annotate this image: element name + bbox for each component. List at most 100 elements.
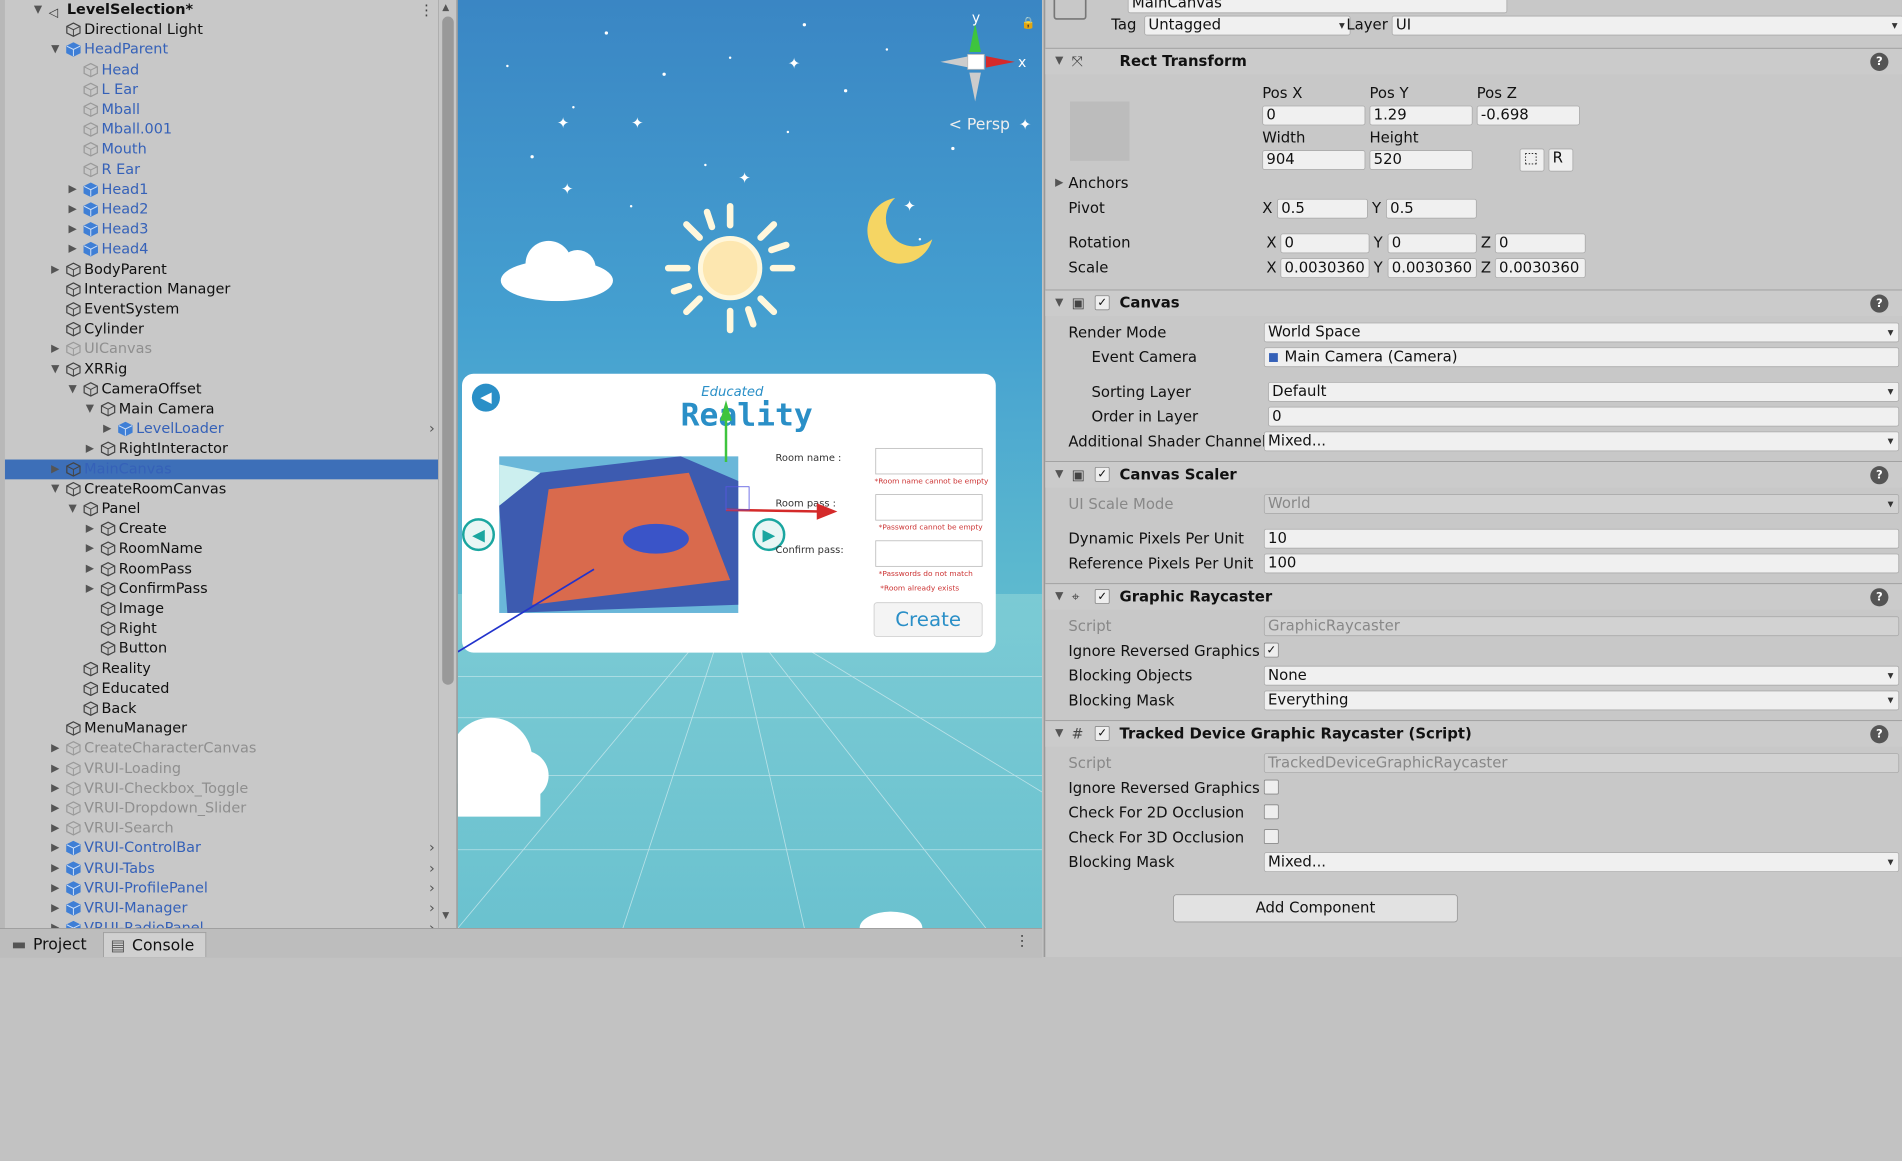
order-in-layer-field[interactable]: 0 <box>1268 406 1900 427</box>
collapsed-arrow-icon[interactable]: ▶ <box>86 439 98 459</box>
collapsed-arrow-icon[interactable]: ▶ <box>51 459 63 479</box>
hierarchy-item[interactable]: Mball.001 <box>5 120 438 140</box>
graphic-raycaster-header[interactable]: ▼ ⌖ ✓ Graphic Raycaster ? <box>1045 583 1902 610</box>
add-component-button[interactable]: Add Component <box>1173 894 1458 923</box>
open-prefab-arrow-icon[interactable]: › <box>429 419 435 439</box>
hierarchy-item[interactable]: Cylinder <box>5 319 438 339</box>
rotation-z-field[interactable]: 0 <box>1494 233 1586 254</box>
expanded-arrow-icon[interactable]: ▼ <box>51 40 63 60</box>
tab-console[interactable]: ▤ Console <box>103 932 207 957</box>
hierarchy-item[interactable]: Mball <box>5 100 438 120</box>
sorting-layer-dropdown[interactable]: Default <box>1268 381 1900 402</box>
open-prefab-arrow-icon[interactable]: › <box>429 858 435 878</box>
hierarchy-item[interactable]: ▼ ◁ LevelSelection* <box>5 0 438 20</box>
tag-dropdown[interactable]: Untagged <box>1144 15 1351 36</box>
raw-edit-button[interactable]: R <box>1548 148 1574 172</box>
height-field[interactable]: 520 <box>1369 150 1473 170</box>
room-name-input[interactable] <box>875 447 983 475</box>
ignore-reversed-checkbox[interactable]: ✓ <box>1263 642 1279 658</box>
hierarchy-item[interactable]: ▶ ConfirmPass <box>5 579 438 599</box>
collapsed-arrow-icon[interactable]: ▶ <box>86 539 98 559</box>
hierarchy-item[interactable]: ▶ RightInteractor <box>5 439 438 459</box>
collapsed-arrow-icon[interactable]: ▶ <box>51 819 63 839</box>
create-button[interactable]: Create <box>873 602 983 637</box>
help-icon[interactable]: ? <box>1870 588 1889 607</box>
width-field[interactable]: 904 <box>1262 150 1366 170</box>
hierarchy-item[interactable]: Back <box>5 699 438 719</box>
blocking-mask-dropdown[interactable]: Everything <box>1263 690 1900 711</box>
rotation-y-field[interactable]: 0 <box>1387 233 1477 254</box>
collapsed-arrow-icon[interactable]: ▶ <box>86 519 98 539</box>
hierarchy-item[interactable]: ▶ UICanvas <box>5 339 438 359</box>
hierarchy-item[interactable]: L Ear <box>5 80 438 100</box>
hierarchy-item[interactable]: R Ear <box>5 160 438 180</box>
hierarchy-item[interactable]: MenuManager <box>5 719 438 739</box>
hierarchy-item[interactable]: Right <box>5 619 438 639</box>
collapsed-arrow-icon[interactable]: ▶ <box>86 579 98 599</box>
scroll-down-arrow-icon[interactable]: ▼ <box>442 910 449 921</box>
pos-z-field[interactable]: -0.698 <box>1476 105 1580 126</box>
collapse-arrow-icon[interactable]: ▼ <box>1055 296 1063 308</box>
pos-x-field[interactable]: 0 <box>1262 105 1366 126</box>
object-name-field[interactable]: MainCanvas <box>1127 0 1508 14</box>
scrollbar-thumb[interactable] <box>442 16 454 685</box>
canvas-enabled-checkbox[interactable]: ✓ <box>1094 295 1110 311</box>
help-icon[interactable]: ? <box>1870 294 1889 313</box>
hierarchy-item[interactable]: ▶ VRUI-ProfilePanel › <box>5 878 438 898</box>
hierarchy-item[interactable]: ▼ CameraOffset <box>5 379 438 399</box>
expanded-arrow-icon[interactable]: ▼ <box>86 399 98 419</box>
hierarchy-item[interactable]: ▶ VRUI-Manager › <box>5 898 438 918</box>
open-prefab-arrow-icon[interactable]: › <box>429 898 435 918</box>
collapsed-arrow-icon[interactable]: ▶ <box>68 200 80 220</box>
previous-level-button[interactable]: ◀ <box>462 518 495 552</box>
collapsed-arrow-icon[interactable]: ▶ <box>51 858 63 878</box>
canvas-header[interactable]: ▼ ▣ ✓ Canvas ? <box>1045 289 1902 316</box>
pos-y-field[interactable]: 1.29 <box>1369 105 1473 126</box>
collapsed-arrow-icon[interactable]: ▶ <box>68 180 80 200</box>
expanded-arrow-icon[interactable]: ▼ <box>68 499 80 519</box>
expand-arrow-icon[interactable]: ▶ <box>1055 177 1063 189</box>
hierarchy-item[interactable]: EventSystem <box>5 299 438 319</box>
hierarchy-scrollbar[interactable]: ▲ ▼ <box>438 0 457 929</box>
collapsed-arrow-icon[interactable]: ▶ <box>86 559 98 579</box>
render-mode-dropdown[interactable]: World Space <box>1263 322 1900 343</box>
blocking-objects-dropdown[interactable]: None <box>1263 665 1900 686</box>
open-prefab-arrow-icon[interactable]: › <box>429 878 435 898</box>
hierarchy-item[interactable]: ▶ VRUI-Loading <box>5 759 438 779</box>
hierarchy-item[interactable]: Mouth <box>5 140 438 160</box>
hierarchy-item[interactable]: Reality <box>5 659 438 679</box>
anchor-preset-button[interactable] <box>1070 101 1130 161</box>
hierarchy-item[interactable]: ▶ VRUI-ControlBar › <box>5 839 438 859</box>
hierarchy-item[interactable]: Interaction Manager <box>5 280 438 300</box>
hierarchy-item[interactable]: ▶ LevelLoader › <box>5 419 438 439</box>
hierarchy-item[interactable]: Directional Light <box>5 20 438 40</box>
collapsed-arrow-icon[interactable]: ▶ <box>51 799 63 819</box>
event-camera-field[interactable]: ■ Main Camera (Camera) <box>1263 347 1900 368</box>
hierarchy-item[interactable]: Head <box>5 60 438 80</box>
tracked-ignore-reversed-checkbox[interactable] <box>1263 779 1279 795</box>
hierarchy-item[interactable]: ▼ Main Camera <box>5 399 438 419</box>
hierarchy-item[interactable]: ▼ CreateRoomCanvas <box>5 479 438 499</box>
scale-x-field[interactable]: 0.0030360 <box>1280 258 1370 279</box>
hierarchy-item[interactable]: ▶ RoomName <box>5 539 438 559</box>
more-options-icon[interactable]: ⋮ <box>1015 932 1030 949</box>
persp-toggle[interactable]: < Persp <box>949 116 1010 134</box>
scene-view[interactable]: ✦ ✦ ✦ ✦ ✦ ✦ ✦ y x 🔒 < Persp ◀ Educated R… <box>457 0 1042 929</box>
collapsed-arrow-icon[interactable]: ▶ <box>51 898 63 918</box>
help-icon[interactable]: ? <box>1870 52 1889 71</box>
collapsed-arrow-icon[interactable]: ▶ <box>51 739 63 759</box>
hierarchy-item[interactable]: ▶ Head1 <box>5 180 438 200</box>
collapse-arrow-icon[interactable]: ▼ <box>1055 468 1063 480</box>
pivot-y-field[interactable]: 0.5 <box>1386 198 1477 219</box>
scene-gizmo[interactable] <box>936 15 1027 114</box>
collapsed-arrow-icon[interactable]: ▶ <box>51 759 63 779</box>
confirm-pass-input[interactable] <box>875 540 983 567</box>
expanded-arrow-icon[interactable]: ▼ <box>34 0 46 20</box>
collapse-arrow-icon[interactable]: ▼ <box>1055 54 1063 66</box>
collapse-arrow-icon[interactable]: ▼ <box>1055 590 1063 602</box>
hierarchy-item[interactable]: ▶ Head3 <box>5 220 438 240</box>
expanded-arrow-icon[interactable]: ▼ <box>51 359 63 379</box>
hierarchy-item[interactable]: ▶ CreateCharacterCanvas <box>5 739 438 759</box>
collapsed-arrow-icon[interactable]: ▶ <box>51 339 63 359</box>
collapsed-arrow-icon[interactable]: ▶ <box>51 839 63 859</box>
